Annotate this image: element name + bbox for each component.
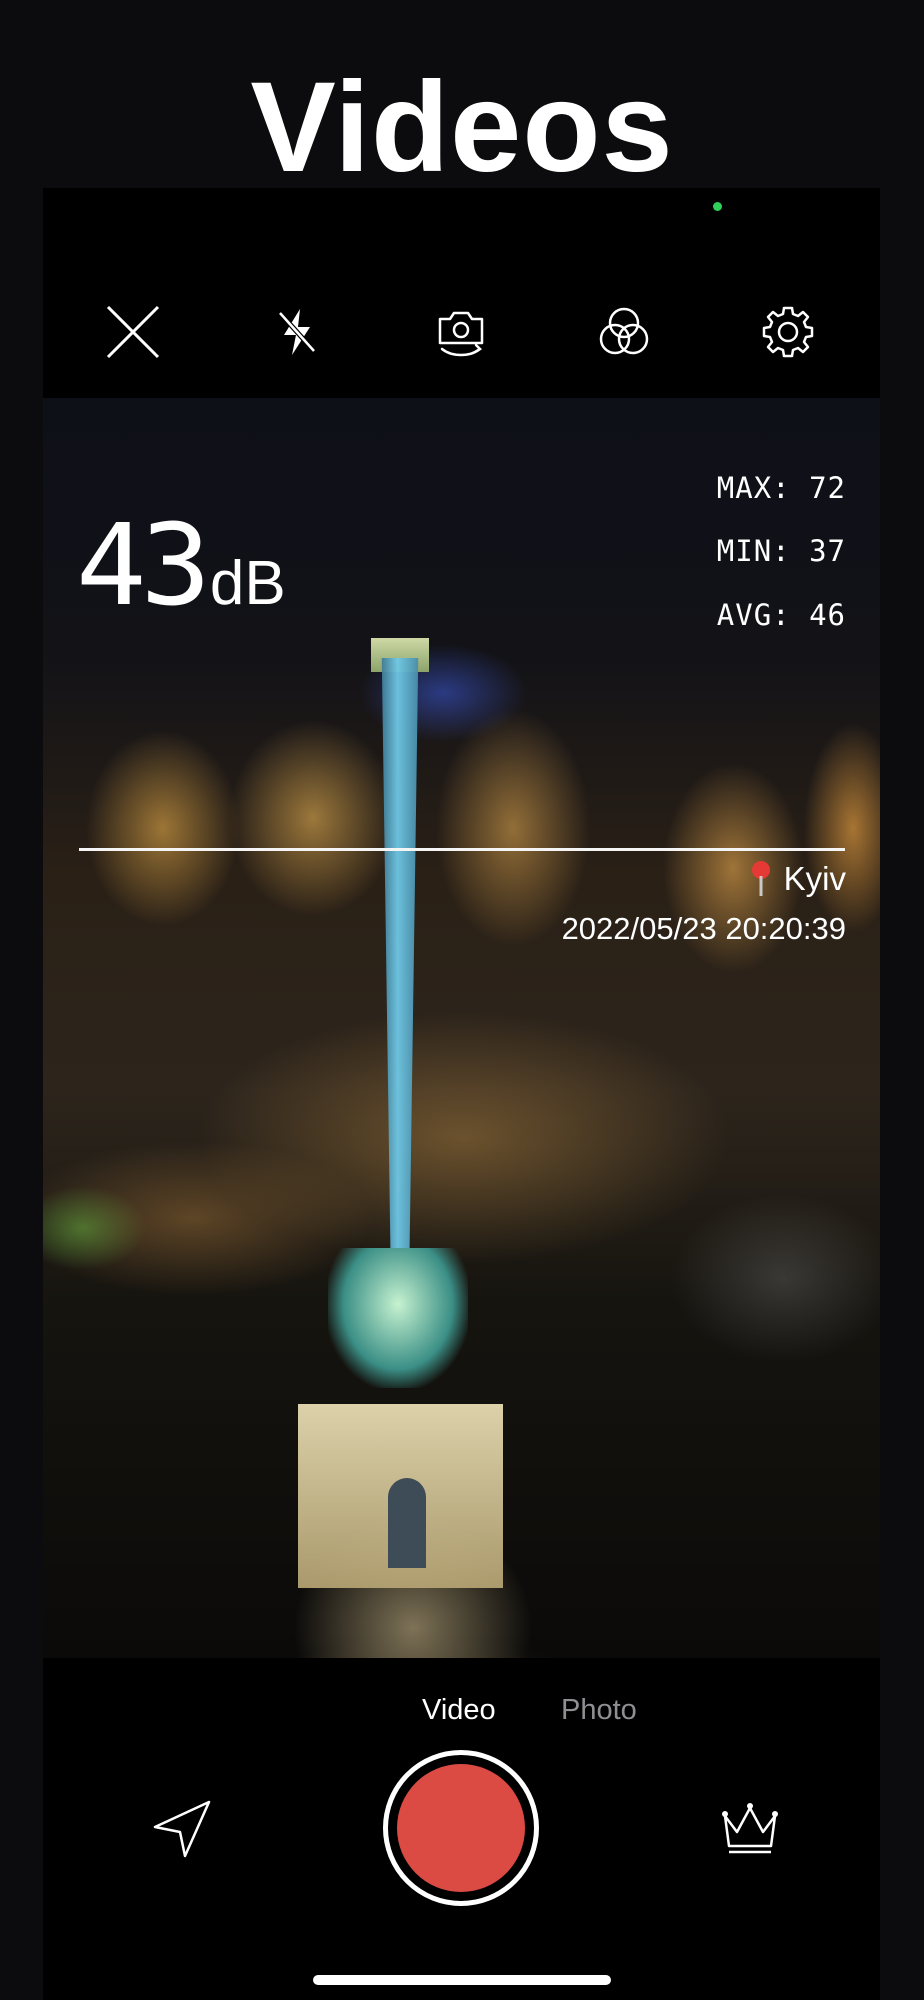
navigation-arrow-icon bbox=[153, 1800, 211, 1858]
camera-switch-icon bbox=[438, 311, 484, 357]
flash-off-icon bbox=[278, 309, 316, 355]
capture-mode-switcher: Video Photo bbox=[43, 1688, 880, 1732]
camera-toolbar bbox=[43, 298, 880, 366]
close-icon bbox=[106, 305, 160, 359]
min-stat: MIN: 37 bbox=[716, 534, 846, 568]
location-tag: Kyiv bbox=[750, 860, 846, 898]
scene-monument-base bbox=[328, 1248, 468, 1388]
timestamp: 2022/05/23 20:20:39 bbox=[561, 911, 846, 946]
decibel-unit: dB bbox=[209, 549, 286, 618]
max-stat: MAX: 72 bbox=[716, 471, 846, 505]
app-screen: 43 dB MAX: 72 MIN: 37 AVG: 46 Kyiv 2022/… bbox=[43, 188, 880, 2000]
close-button[interactable] bbox=[99, 298, 167, 366]
page-headline: Videos bbox=[250, 56, 674, 199]
premium-button[interactable] bbox=[713, 1792, 787, 1866]
scene-arch-door bbox=[388, 1478, 426, 1568]
record-button-fill bbox=[397, 1764, 525, 1892]
camera-active-indicator bbox=[713, 202, 722, 211]
gear-icon bbox=[762, 306, 814, 358]
location-button[interactable] bbox=[145, 1792, 219, 1866]
switch-camera-button[interactable] bbox=[427, 298, 495, 366]
record-button[interactable] bbox=[383, 1750, 539, 1906]
mode-photo[interactable]: Photo bbox=[561, 1688, 637, 1732]
mode-video[interactable]: Video bbox=[422, 1688, 496, 1732]
location-label: Kyiv bbox=[783, 860, 846, 897]
decibel-readout: 43 dB bbox=[75, 501, 286, 631]
avg-stat: AVG: 46 bbox=[716, 598, 846, 632]
decibel-value: 43 bbox=[75, 501, 211, 631]
filters-button[interactable] bbox=[590, 298, 658, 366]
filters-icon bbox=[599, 307, 649, 355]
camera-viewfinder[interactable]: 43 dB MAX: 72 MIN: 37 AVG: 46 Kyiv 2022/… bbox=[43, 398, 880, 1658]
flash-button[interactable] bbox=[263, 298, 331, 366]
settings-button[interactable] bbox=[754, 298, 822, 366]
scene-monument-column bbox=[381, 658, 419, 1248]
home-indicator[interactable] bbox=[313, 1975, 611, 1985]
pin-icon bbox=[751, 861, 770, 896]
overlay-divider bbox=[79, 848, 845, 851]
crown-icon bbox=[722, 1803, 778, 1854]
